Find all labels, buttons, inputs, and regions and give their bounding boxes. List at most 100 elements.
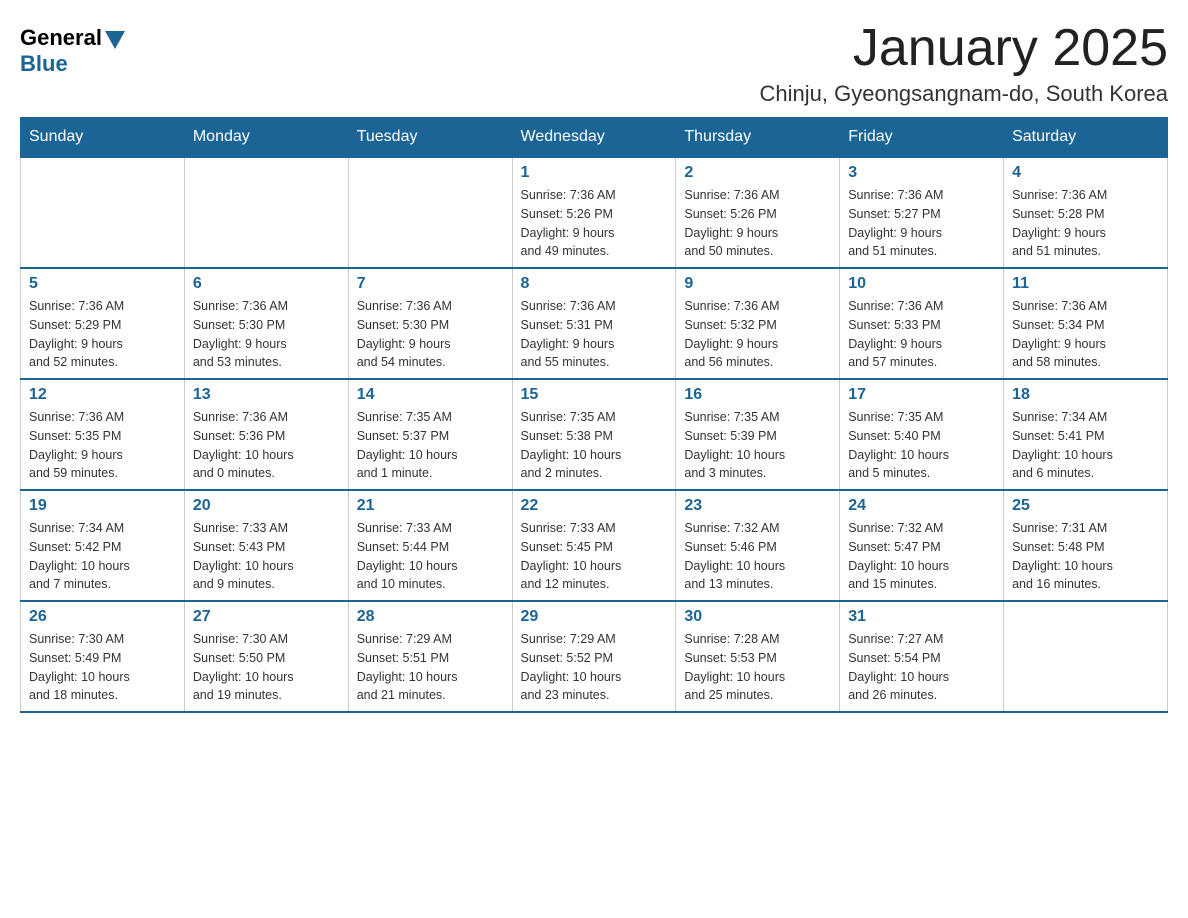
- calendar-cell: 22 Sunrise: 7:33 AMSunset: 5:45 PMDayligh…: [512, 490, 676, 601]
- day-number: 28: [357, 608, 504, 626]
- day-number: 11: [1012, 275, 1159, 293]
- calendar-cell: 19 Sunrise: 7:34 AMSunset: 5:42 PMDayligh…: [21, 490, 185, 601]
- calendar-cell: 24 Sunrise: 7:32 AMSunset: 5:47 PMDayligh…: [840, 490, 1004, 601]
- day-number: 5: [29, 275, 176, 293]
- calendar-cell: 20 Sunrise: 7:33 AMSunset: 5:43 PMDayligh…: [184, 490, 348, 601]
- calendar-cell: 6Sunrise: 7:36 AMSunset: 5:30 PMDaylight…: [184, 268, 348, 379]
- day-number: 13: [193, 386, 340, 404]
- calendar-cell: 31 Sunrise: 7:27 AMSunset: 5:54 PMDayligh…: [840, 601, 1004, 712]
- day-info: Sunrise: 7:36 AMSunset: 5:27 PMDaylight:…: [848, 186, 995, 261]
- calendar-cell: 13 Sunrise: 7:36 AMSunset: 5:36 PMDayligh…: [184, 379, 348, 490]
- calendar-cell: 17 Sunrise: 7:35 AMSunset: 5:40 PMDayligh…: [840, 379, 1004, 490]
- logo-triangle-icon: [105, 31, 125, 49]
- calendar-week-row: 1 Sunrise: 7:36 AMSunset: 5:26 PMDaylight…: [21, 157, 1168, 268]
- title-section: January 2025 Chinju, Gyeongsangnam-do, S…: [760, 20, 1168, 107]
- day-number: 14: [357, 386, 504, 404]
- day-number: 18: [1012, 386, 1159, 404]
- day-info: Sunrise: 7:30 AMSunset: 5:50 PMDaylight:…: [193, 630, 340, 705]
- day-info: Sunrise: 7:35 AMSunset: 5:37 PMDaylight:…: [357, 408, 504, 483]
- day-info: Sunrise: 7:35 AMSunset: 5:39 PMDaylight:…: [684, 408, 831, 483]
- calendar-cell: 7 Sunrise: 7:36 AMSunset: 5:30 PMDaylight…: [348, 268, 512, 379]
- day-info: Sunrise: 7:36 AMSunset: 5:35 PMDaylight:…: [29, 408, 176, 483]
- calendar-cell: 26 Sunrise: 7:30 AMSunset: 5:49 PMDayligh…: [21, 601, 185, 712]
- calendar-week-row: 12 Sunrise: 7:36 AMSunset: 5:35 PMDayligh…: [21, 379, 1168, 490]
- calendar-cell: 11Sunrise: 7:36 AMSunset: 5:34 PMDayligh…: [1004, 268, 1168, 379]
- calendar-cell: 27 Sunrise: 7:30 AMSunset: 5:50 PMDayligh…: [184, 601, 348, 712]
- day-number: 25: [1012, 497, 1159, 515]
- day-number: 12: [29, 386, 176, 404]
- day-number: 2: [684, 164, 831, 182]
- calendar-cell: [21, 157, 185, 268]
- calendar-cell: 15Sunrise: 7:35 AMSunset: 5:38 PMDayligh…: [512, 379, 676, 490]
- calendar-cell: 5Sunrise: 7:36 AMSunset: 5:29 PMDaylight…: [21, 268, 185, 379]
- day-info: Sunrise: 7:33 AMSunset: 5:45 PMDaylight:…: [521, 519, 668, 594]
- page-header: General Blue January 2025 Chinju, Gyeong…: [20, 20, 1168, 107]
- day-info: Sunrise: 7:36 AMSunset: 5:26 PMDaylight:…: [684, 186, 831, 261]
- day-info: Sunrise: 7:33 AMSunset: 5:43 PMDaylight:…: [193, 519, 340, 594]
- day-number: 24: [848, 497, 995, 515]
- month-title: January 2025: [760, 20, 1168, 77]
- logo-general-text: General: [20, 25, 102, 51]
- calendar-cell: 1Sunrise: 7:36 AMSunset: 5:26 PMDaylight…: [512, 157, 676, 268]
- calendar-cell: 14 Sunrise: 7:35 AMSunset: 5:37 PMDayligh…: [348, 379, 512, 490]
- day-number: 6: [193, 275, 340, 293]
- day-number: 9: [684, 275, 831, 293]
- col-sunday: Sunday: [21, 118, 185, 158]
- day-number: 20: [193, 497, 340, 515]
- calendar-cell: 29 Sunrise: 7:29 AMSunset: 5:52 PMDayligh…: [512, 601, 676, 712]
- day-number: 26: [29, 608, 176, 626]
- day-number: 29: [521, 608, 668, 626]
- calendar-cell: 8Sunrise: 7:36 AMSunset: 5:31 PMDaylight…: [512, 268, 676, 379]
- calendar-cell: 18 Sunrise: 7:34 AMSunset: 5:41 PMDayligh…: [1004, 379, 1168, 490]
- calendar-header-row: Sunday Monday Tuesday Wednesday Thursday…: [21, 118, 1168, 158]
- calendar-cell: [348, 157, 512, 268]
- day-info: Sunrise: 7:36 AMSunset: 5:33 PMDaylight:…: [848, 297, 995, 372]
- day-number: 1: [521, 164, 668, 182]
- col-tuesday: Tuesday: [348, 118, 512, 158]
- day-number: 4: [1012, 164, 1159, 182]
- col-friday: Friday: [840, 118, 1004, 158]
- day-number: 10: [848, 275, 995, 293]
- day-number: 21: [357, 497, 504, 515]
- day-info: Sunrise: 7:36 AMSunset: 5:36 PMDaylight:…: [193, 408, 340, 483]
- day-info: Sunrise: 7:35 AMSunset: 5:40 PMDaylight:…: [848, 408, 995, 483]
- calendar-cell: 21Sunrise: 7:33 AMSunset: 5:44 PMDayligh…: [348, 490, 512, 601]
- day-number: 15: [521, 386, 668, 404]
- day-number: 27: [193, 608, 340, 626]
- day-number: 17: [848, 386, 995, 404]
- day-info: Sunrise: 7:36 AMSunset: 5:32 PMDaylight:…: [684, 297, 831, 372]
- day-info: Sunrise: 7:31 AMSunset: 5:48 PMDaylight:…: [1012, 519, 1159, 594]
- location-title: Chinju, Gyeongsangnam-do, South Korea: [760, 81, 1168, 107]
- calendar-cell: 30 Sunrise: 7:28 AMSunset: 5:53 PMDayligh…: [676, 601, 840, 712]
- day-number: 19: [29, 497, 176, 515]
- calendar-cell: 28 Sunrise: 7:29 AMSunset: 5:51 PMDayligh…: [348, 601, 512, 712]
- day-info: Sunrise: 7:34 AMSunset: 5:41 PMDaylight:…: [1012, 408, 1159, 483]
- day-info: Sunrise: 7:29 AMSunset: 5:52 PMDaylight:…: [521, 630, 668, 705]
- calendar-cell: 12 Sunrise: 7:36 AMSunset: 5:35 PMDayligh…: [21, 379, 185, 490]
- day-number: 3: [848, 164, 995, 182]
- calendar-cell: 3 Sunrise: 7:36 AMSunset: 5:27 PMDaylight…: [840, 157, 1004, 268]
- day-info: Sunrise: 7:29 AMSunset: 5:51 PMDaylight:…: [357, 630, 504, 705]
- day-number: 7: [357, 275, 504, 293]
- calendar-cell: 2 Sunrise: 7:36 AMSunset: 5:26 PMDaylight…: [676, 157, 840, 268]
- calendar-cell: 23Sunrise: 7:32 AMSunset: 5:46 PMDayligh…: [676, 490, 840, 601]
- calendar-cell: [1004, 601, 1168, 712]
- day-info: Sunrise: 7:32 AMSunset: 5:47 PMDaylight:…: [848, 519, 995, 594]
- calendar-table: Sunday Monday Tuesday Wednesday Thursday…: [20, 117, 1168, 713]
- day-number: 8: [521, 275, 668, 293]
- calendar-week-row: 5Sunrise: 7:36 AMSunset: 5:29 PMDaylight…: [21, 268, 1168, 379]
- day-info: Sunrise: 7:27 AMSunset: 5:54 PMDaylight:…: [848, 630, 995, 705]
- day-number: 23: [684, 497, 831, 515]
- calendar-cell: 4 Sunrise: 7:36 AMSunset: 5:28 PMDaylight…: [1004, 157, 1168, 268]
- logo-blue-text: Blue: [20, 51, 68, 77]
- day-number: 31: [848, 608, 995, 626]
- day-info: Sunrise: 7:36 AMSunset: 5:28 PMDaylight:…: [1012, 186, 1159, 261]
- day-number: 30: [684, 608, 831, 626]
- col-wednesday: Wednesday: [512, 118, 676, 158]
- day-info: Sunrise: 7:34 AMSunset: 5:42 PMDaylight:…: [29, 519, 176, 594]
- day-number: 22: [521, 497, 668, 515]
- day-info: Sunrise: 7:30 AMSunset: 5:49 PMDaylight:…: [29, 630, 176, 705]
- day-info: Sunrise: 7:36 AMSunset: 5:30 PMDaylight:…: [357, 297, 504, 372]
- day-info: Sunrise: 7:28 AMSunset: 5:53 PMDaylight:…: [684, 630, 831, 705]
- col-saturday: Saturday: [1004, 118, 1168, 158]
